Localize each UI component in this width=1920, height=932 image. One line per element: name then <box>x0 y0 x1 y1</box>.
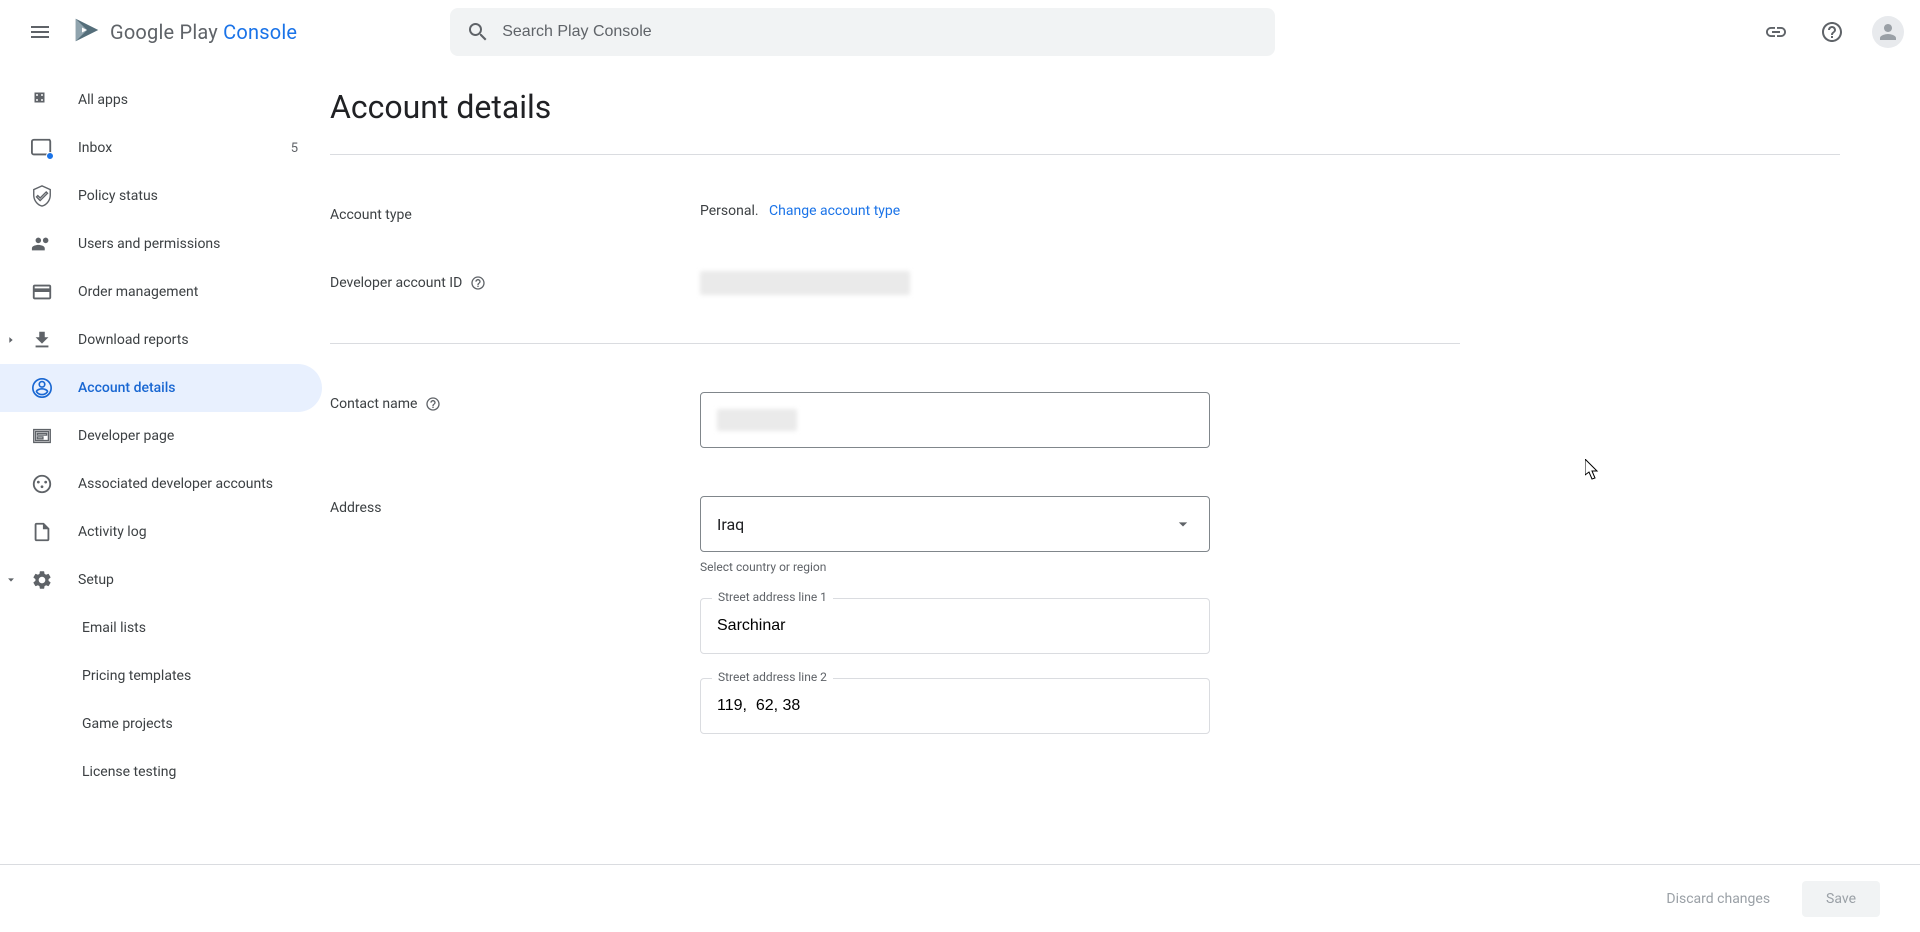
person-icon <box>1876 20 1900 44</box>
nav-label: Email lists <box>82 620 310 636</box>
country-select[interactable]: Iraq <box>700 496 1210 552</box>
apps-icon <box>30 88 54 112</box>
link-button[interactable] <box>1752 8 1800 56</box>
notification-dot <box>46 152 54 160</box>
street1-input[interactable] <box>700 598 1210 654</box>
nav-label: Game projects <box>82 716 310 732</box>
sidebar-item-email-lists[interactable]: Email lists <box>0 604 330 652</box>
help-button[interactable] <box>1808 8 1856 56</box>
nav-label: Order management <box>78 284 310 300</box>
label-contact-name: Contact name <box>330 392 700 412</box>
main-content: Account details Account type Personal. C… <box>330 64 1920 932</box>
search-bar[interactable] <box>450 8 1275 56</box>
sidebar-item-users[interactable]: Users and permissions <box>0 220 330 268</box>
sidebar-item-inbox[interactable]: Inbox 5 <box>0 124 330 172</box>
sidebar-item-activity[interactable]: Activity log <box>0 508 330 556</box>
divider <box>330 343 1460 344</box>
sidebar-item-setup[interactable]: Setup <box>0 556 330 604</box>
hamburger-icon <box>28 20 52 44</box>
divider <box>330 154 1840 155</box>
nav-label: All apps <box>78 92 310 108</box>
nav-label: Activity log <box>78 524 310 540</box>
label-address: Address <box>330 496 700 516</box>
sidebar-item-policy[interactable]: Policy status <box>0 172 330 220</box>
row-address: Address Iraq Select country or region St… <box>330 496 1840 734</box>
nav-label: Pricing templates <box>82 668 310 684</box>
sidebar-item-account-details[interactable]: Account details <box>0 364 322 412</box>
sidebar-item-pricing[interactable]: Pricing templates <box>0 652 330 700</box>
change-account-type-link[interactable]: Change account type <box>769 203 900 219</box>
sidebar-item-license[interactable]: License testing <box>0 748 330 796</box>
country-value: Iraq <box>717 515 744 534</box>
row-contact-name: Contact name <box>330 392 1840 448</box>
contact-name-value <box>717 409 797 431</box>
nav-label: Download reports <box>78 332 310 348</box>
download-icon <box>30 328 54 352</box>
page-title: Account details <box>330 88 1840 126</box>
search-input[interactable] <box>502 23 1259 41</box>
account-avatar[interactable] <box>1872 16 1904 48</box>
nav-label: Developer page <box>78 428 310 444</box>
link-icon <box>1764 20 1788 44</box>
discard-button[interactable]: Discard changes <box>1650 881 1786 917</box>
street1-label: Street address line 1 <box>712 590 833 604</box>
account-icon <box>30 376 54 400</box>
log-icon <box>30 520 54 544</box>
caret-down-icon <box>6 575 16 585</box>
inbox-count: 5 <box>291 141 298 156</box>
page-icon <box>30 424 54 448</box>
label-developer-id: Developer account ID <box>330 271 700 291</box>
row-account-type: Account type Personal. Change account ty… <box>330 203 1840 223</box>
street1-field[interactable]: Street address line 1 <box>700 598 1210 654</box>
label-account-type: Account type <box>330 203 700 223</box>
search-icon <box>466 20 490 44</box>
sidebar-item-associated[interactable]: Associated developer accounts <box>0 460 330 508</box>
menu-button[interactable] <box>16 8 64 56</box>
nav-label: Users and permissions <box>78 236 310 252</box>
shield-icon <box>30 184 54 208</box>
help-icon[interactable] <box>470 275 486 291</box>
street2-label: Street address line 2 <box>712 670 833 684</box>
nav-label: Policy status <box>78 188 310 204</box>
footer-bar: Discard changes Save <box>0 864 1920 932</box>
nav-label: Setup <box>78 572 310 588</box>
chevron-down-icon <box>1173 514 1193 534</box>
sidebar-item-downloads[interactable]: Download reports <box>0 316 330 364</box>
nav-label: Account details <box>78 380 302 396</box>
save-button[interactable]: Save <box>1802 881 1880 917</box>
gear-icon <box>30 568 54 592</box>
users-icon <box>30 232 54 256</box>
sidebar-item-game-projects[interactable]: Game projects <box>0 700 330 748</box>
sidebar: All apps Inbox 5 Policy status Users and… <box>0 64 330 932</box>
play-console-icon <box>72 15 102 49</box>
help-icon <box>1820 20 1844 44</box>
account-type-value: Personal. <box>700 203 759 219</box>
associated-icon <box>30 472 54 496</box>
card-icon <box>30 280 54 304</box>
logo[interactable]: Google Play Console <box>72 15 297 49</box>
country-helper: Select country or region <box>700 560 1220 574</box>
street2-input[interactable] <box>700 678 1210 734</box>
row-developer-id: Developer account ID <box>330 271 1840 295</box>
sidebar-item-all-apps[interactable]: All apps <box>0 76 330 124</box>
nav-label: Inbox <box>78 140 291 156</box>
logo-text: Google Play Console <box>110 20 297 44</box>
sidebar-item-developer-page[interactable]: Developer page <box>0 412 330 460</box>
nav-label: Associated developer accounts <box>78 476 310 492</box>
help-icon[interactable] <box>425 396 441 412</box>
sidebar-item-orders[interactable]: Order management <box>0 268 330 316</box>
caret-right-icon <box>6 335 16 345</box>
developer-id-value <box>700 271 910 295</box>
nav-label: License testing <box>82 764 310 780</box>
contact-name-input[interactable] <box>700 392 1210 448</box>
street2-field[interactable]: Street address line 2 <box>700 678 1210 734</box>
